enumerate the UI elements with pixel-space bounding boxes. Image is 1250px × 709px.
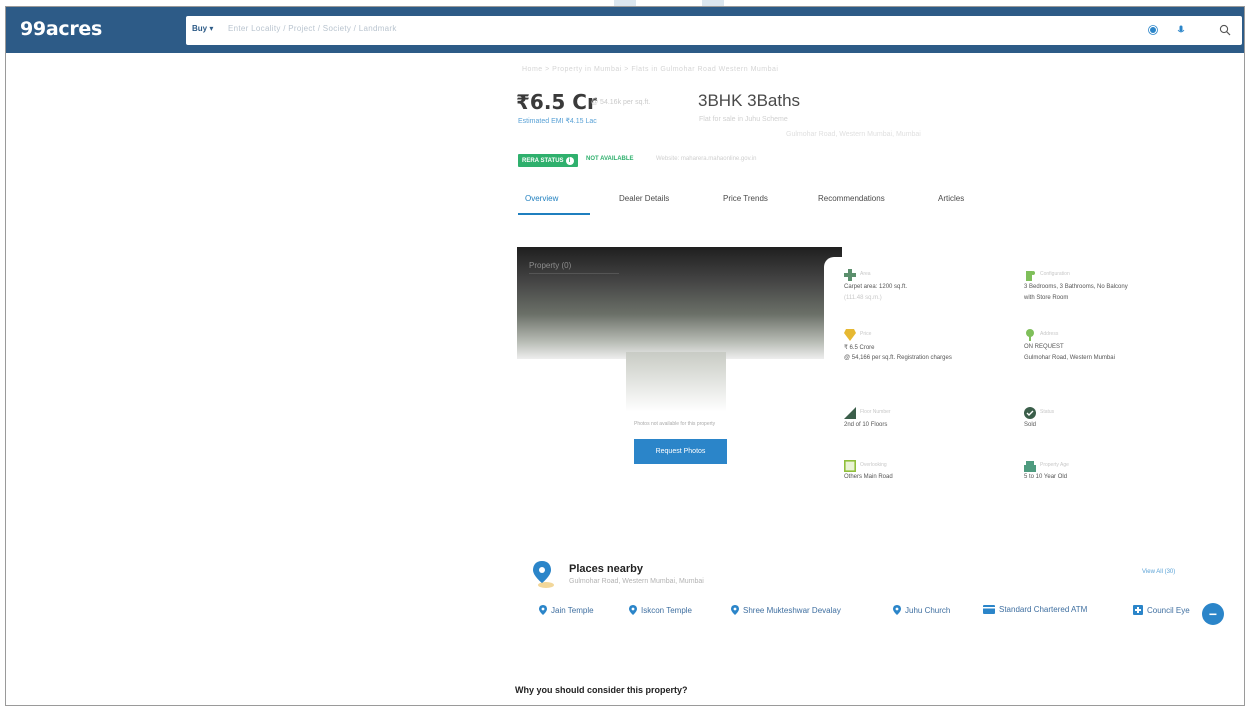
detail-value: Carpet area: 1200 sq.ft. bbox=[844, 284, 908, 290]
place-chip-label: Iskcon Temple bbox=[641, 605, 692, 615]
divider bbox=[529, 273, 619, 274]
scroll-next-button[interactable]: − bbox=[1202, 603, 1224, 625]
header-bar: 99acres Buy ▾ Enter Locality / Project /… bbox=[6, 7, 1244, 53]
buy-dropdown[interactable]: Buy ▾ bbox=[192, 24, 213, 33]
emi-link[interactable]: Estimated EMI ₹4.15 Lac bbox=[518, 117, 597, 125]
rera-badge-label: RERA STATUS bbox=[522, 157, 564, 164]
detail-value: 2nd of 10 Floors bbox=[844, 422, 888, 428]
buy-dropdown-label: Buy bbox=[192, 24, 208, 33]
place-chip-atm[interactable]: Standard Chartered ATM bbox=[983, 605, 1087, 614]
place-chip-council-eye[interactable]: Council Eye bbox=[1133, 605, 1190, 615]
detail-label: Status bbox=[1040, 409, 1055, 415]
place-chip-label: Shree Mukteshwar Devalay bbox=[743, 605, 841, 615]
detail-label: Area bbox=[860, 271, 871, 277]
pin-icon bbox=[539, 605, 547, 615]
microphone-icon[interactable] bbox=[1172, 21, 1190, 39]
hospital-icon bbox=[1133, 605, 1143, 615]
place-chip-jain-temple[interactable]: Jain Temple bbox=[539, 605, 594, 615]
detail-label: Overlooking bbox=[860, 462, 887, 468]
status-icon bbox=[1024, 407, 1036, 419]
section-heading-why-consider: Why you should consider this property? bbox=[515, 685, 688, 695]
config-icon bbox=[1026, 271, 1035, 281]
detail-value: Sold bbox=[1024, 422, 1037, 428]
detail-label: Floor Number bbox=[860, 409, 891, 415]
address-icon bbox=[1026, 329, 1034, 341]
age-icon bbox=[1024, 461, 1036, 472]
places-nearby-subtitle: Gulmohar Road, Western Mumbai, Mumbai bbox=[569, 578, 704, 585]
rera-note: Website: maharera.mahaonline.gov.in bbox=[656, 156, 757, 162]
atm-icon bbox=[983, 605, 995, 614]
rera-status-badge[interactable]: RERA STATUS i bbox=[518, 154, 578, 167]
search-bar[interactable]: Buy ▾ Enter Locality / Project / Society… bbox=[186, 16, 1242, 45]
detail-label: Price bbox=[860, 331, 872, 337]
places-nearby-title: Places nearby bbox=[569, 563, 643, 575]
detail-value-secondary: Gulmohar Road, Western Mumbai bbox=[1024, 355, 1115, 361]
tab-articles[interactable]: Articles bbox=[938, 194, 964, 203]
detail-value: ₹ 6.5 Crore bbox=[844, 345, 875, 351]
price: ₹6.5 Cr bbox=[516, 90, 597, 114]
tab-price-trends[interactable]: Price Trends bbox=[723, 194, 768, 203]
detail-value: Others Main Road bbox=[844, 474, 893, 480]
tab-recommendations[interactable]: Recommendations bbox=[818, 194, 885, 203]
place-chip-juhu-church[interactable]: Juhu Church bbox=[893, 605, 950, 615]
property-details-card: Area Carpet area: 1200 sq.ft. (111.48 sq… bbox=[824, 257, 1242, 497]
place-chip-mukteshwar-devalay[interactable]: Shree Mukteshwar Devalay bbox=[731, 605, 841, 615]
property-location: Gulmohar Road, Western Mumbai, Mumbai bbox=[786, 131, 921, 138]
pin-icon bbox=[731, 605, 739, 615]
info-icon: i bbox=[565, 156, 574, 165]
location-icon[interactable] bbox=[1144, 21, 1162, 39]
browser-frame: 99acres Buy ▾ Enter Locality / Project /… bbox=[5, 6, 1245, 706]
search-icon[interactable] bbox=[1216, 21, 1234, 39]
request-photos-button[interactable]: Request Photos bbox=[634, 439, 727, 464]
detail-value-secondary: with Store Room bbox=[1024, 295, 1069, 301]
price-icon bbox=[844, 329, 856, 341]
minus-icon: − bbox=[1208, 606, 1218, 622]
logo[interactable]: 99acres bbox=[20, 18, 102, 40]
view-all-link[interactable]: View All (30) bbox=[1142, 569, 1175, 575]
rera-not-available: NOT AVAILABLE bbox=[586, 156, 634, 162]
map-pin-icon bbox=[533, 561, 554, 588]
property-type: Flat for sale in Juhu Scheme bbox=[699, 116, 788, 123]
detail-value: ON REQUEST bbox=[1024, 344, 1064, 350]
place-chip-label: Juhu Church bbox=[905, 605, 951, 615]
tab-overview[interactable]: Overview bbox=[525, 194, 558, 203]
facing-icon bbox=[844, 460, 856, 472]
place-chip-label: Council Eye bbox=[1147, 605, 1190, 615]
detail-label: Configuration bbox=[1040, 271, 1070, 277]
detail-label: Property Age bbox=[1040, 462, 1069, 468]
active-tab-indicator bbox=[518, 213, 590, 215]
detail-value: 3 Bedrooms, 3 Bathrooms, No Balcony bbox=[1024, 284, 1128, 290]
detail-value-secondary: (111.48 sq.m.) bbox=[844, 295, 882, 301]
detail-value-secondary: @ 54,166 per sq.ft. Registration charges bbox=[844, 355, 952, 361]
breadcrumb[interactable]: Home > Property in Mumbai > Flats in Gul… bbox=[522, 66, 778, 73]
photo-note: Photos not available for this property bbox=[634, 421, 716, 427]
property-photo-placeholder: Property (0) bbox=[517, 247, 842, 359]
pin-icon bbox=[629, 605, 637, 615]
photo-fade bbox=[626, 352, 726, 412]
pin-icon bbox=[893, 605, 901, 615]
tab-dealer-details[interactable]: Dealer Details bbox=[619, 194, 669, 203]
detail-value: 5 to 10 Year Old bbox=[1024, 474, 1068, 480]
place-chip-iskcon-temple[interactable]: Iskcon Temple bbox=[629, 605, 692, 615]
floor-icon bbox=[844, 407, 856, 419]
photo-count-label: Property (0) bbox=[529, 261, 572, 270]
configuration-title: 3BHK 3Baths bbox=[698, 91, 801, 110]
place-chip-label: Standard Chartered ATM bbox=[999, 605, 1088, 614]
detail-label: Address bbox=[1040, 331, 1059, 337]
area-icon bbox=[844, 269, 856, 281]
price-per-sqft: @ 54.16k per sq.ft. bbox=[591, 99, 651, 106]
place-chip-label: Jain Temple bbox=[551, 605, 594, 615]
search-input[interactable]: Enter Locality / Project / Society / Lan… bbox=[228, 24, 397, 33]
